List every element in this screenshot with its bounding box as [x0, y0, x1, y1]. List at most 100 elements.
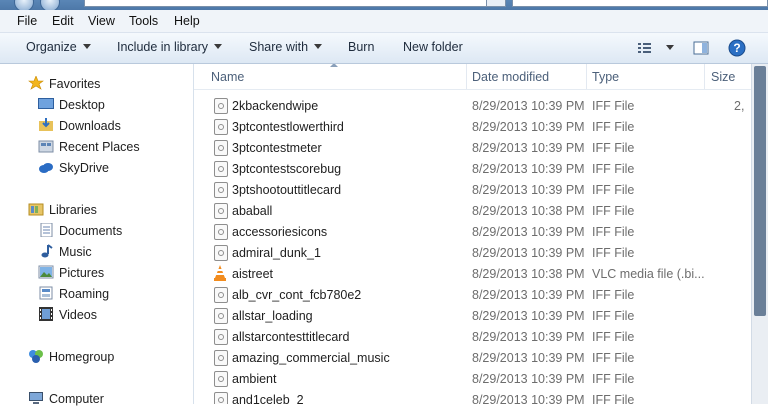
view-options-icon[interactable]	[637, 41, 653, 55]
nav-desktop[interactable]: Desktop	[0, 95, 192, 115]
column-divider[interactable]	[704, 64, 705, 89]
file-type: IFF File	[592, 288, 635, 302]
file-row[interactable]: allstarcontesttitlecard 8/29/2013 10:39 P…	[194, 326, 751, 347]
column-divider[interactable]	[586, 64, 587, 89]
file-icon	[214, 182, 228, 198]
nav-roaming[interactable]: Roaming	[0, 284, 192, 304]
nav-videos-label: Videos	[59, 308, 97, 322]
menu-file[interactable]: File	[17, 14, 37, 28]
music-note-icon	[41, 244, 53, 258]
file-icon	[214, 161, 228, 177]
computer-icon	[29, 392, 43, 404]
address-bar[interactable]	[84, 0, 506, 7]
file-name: ababall	[232, 204, 273, 218]
desktop-icon	[38, 98, 54, 109]
file-name: and1celeb_2	[232, 393, 304, 404]
nav-documents[interactable]: Documents	[0, 221, 192, 241]
nav-homegroup-label: Homegroup	[49, 350, 115, 364]
file-name: allstar_loading	[232, 309, 313, 323]
file-row[interactable]: 3ptcontestscorebug 8/29/2013 10:39 PM IFF …	[194, 158, 751, 179]
nav-libraries[interactable]: Libraries	[0, 200, 192, 220]
nav-skydrive[interactable]: SkyDrive	[0, 158, 192, 178]
file-date-modified: 8/29/2013 10:39 PM	[472, 393, 585, 404]
file-icon	[214, 140, 228, 156]
file-date-modified: 8/29/2013 10:39 PM	[472, 372, 585, 386]
file-type: IFF File	[592, 99, 635, 113]
file-row[interactable]: 3ptcontestlowerthird 8/29/2013 10:39 PM IF…	[194, 116, 751, 137]
file-row[interactable]: aistreet 8/29/2013 10:38 PM VLC media file…	[194, 263, 751, 284]
file-row[interactable]: ambient 8/29/2013 10:39 PM IFF File	[194, 368, 751, 389]
file-name: accessoriesicons	[232, 225, 328, 239]
menu-view[interactable]: View	[88, 14, 115, 28]
nav-favorites[interactable]: Favorites	[0, 74, 192, 94]
nav-downloads[interactable]: Downloads	[0, 116, 192, 136]
burn-button[interactable]: Burn	[348, 40, 374, 54]
new-folder-button[interactable]: New folder	[403, 40, 463, 54]
chevron-down-icon	[214, 44, 223, 49]
nav-music[interactable]: Music	[0, 242, 192, 262]
nav-computer[interactable]: Computer	[0, 389, 192, 409]
column-header-row: Name Date modified Type Size	[194, 64, 751, 90]
videos-film-icon	[39, 307, 53, 321]
file-row[interactable]: admiral_dunk_1 8/29/2013 10:39 PM IFF File	[194, 242, 751, 263]
chevron-down-icon	[82, 44, 91, 49]
search-box[interactable]	[512, 0, 768, 7]
share-with-button[interactable]: Share with	[249, 40, 323, 54]
file-name: 3ptcontestmeter	[232, 141, 322, 155]
nav-roaming-label: Roaming	[59, 287, 110, 301]
nav-recent-places[interactable]: Recent Places	[0, 137, 192, 157]
column-header-size[interactable]: Size	[711, 70, 735, 84]
star-icon	[28, 76, 44, 90]
column-divider[interactable]	[466, 64, 467, 89]
menu-bar: File Edit View Tools Help	[0, 10, 768, 33]
view-dropdown-chevron-icon[interactable]	[666, 45, 674, 50]
file-date-modified: 8/29/2013 10:39 PM	[472, 351, 585, 365]
file-row[interactable]: 3ptshootouttitlecard 8/29/2013 10:39 PM IF…	[194, 179, 751, 200]
recent-places-icon	[38, 140, 54, 153]
column-header-date-modified[interactable]: Date modified	[472, 70, 549, 84]
file-icon	[214, 287, 228, 303]
nav-recent-places-label: Recent Places	[59, 140, 140, 154]
file-name: allstarcontesttitlecard	[232, 330, 350, 344]
file-size: 2,	[734, 99, 745, 113]
address-dropdown-button[interactable]	[486, 0, 505, 6]
documents-icon	[40, 223, 53, 237]
vertical-scrollbar[interactable]	[751, 64, 768, 404]
preview-pane-icon[interactable]	[693, 40, 709, 56]
file-date-modified: 8/29/2013 10:39 PM	[472, 288, 585, 302]
menu-edit[interactable]: Edit	[52, 14, 74, 28]
column-header-name[interactable]: Name	[211, 70, 244, 84]
menu-tools[interactable]: Tools	[129, 14, 158, 28]
file-row[interactable]: accessoriesicons 8/29/2013 10:39 PM IFF Fi…	[194, 221, 751, 242]
file-row[interactable]: and1celeb_2 8/29/2013 10:39 PM IFF File	[194, 389, 751, 404]
file-row[interactable]: 2kbackendwipe 8/29/2013 10:39 PM IFF File 2…	[194, 95, 751, 116]
file-type: IFF File	[592, 183, 635, 197]
organize-button[interactable]: Organize	[26, 40, 91, 54]
menu-help[interactable]: Help	[174, 14, 200, 28]
file-row[interactable]: allstar_loading 8/29/2013 10:39 PM IFF Fil…	[194, 305, 751, 326]
skydrive-cloud-icon	[39, 163, 53, 173]
file-row[interactable]: alb_cvr_cont_fcb780e2 8/29/2013 10:39 PM I…	[194, 284, 751, 305]
file-row[interactable]: amazing_commercial_music 8/29/2013 10:39 …	[194, 347, 751, 368]
svg-text:?: ?	[733, 41, 740, 55]
nav-homegroup[interactable]: Homegroup	[0, 347, 192, 367]
file-name: 3ptcontestscorebug	[232, 162, 342, 176]
scrollbar-thumb[interactable]	[754, 66, 766, 316]
share-label: Share with	[249, 40, 309, 54]
column-header-type[interactable]: Type	[592, 70, 619, 84]
help-icon[interactable]: ?	[728, 39, 746, 57]
file-row[interactable]: 3ptcontestmeter 8/29/2013 10:39 PM IFF Fil…	[194, 137, 751, 158]
nav-pictures-label: Pictures	[59, 266, 105, 280]
downloads-icon	[39, 118, 53, 131]
file-date-modified: 8/29/2013 10:39 PM	[472, 141, 585, 155]
file-icon	[214, 98, 228, 114]
include-in-library-button[interactable]: Include in library	[117, 40, 223, 54]
file-type: IFF File	[592, 330, 635, 344]
file-row[interactable]: ababall 8/29/2013 10:38 PM IFF File	[194, 200, 751, 221]
file-date-modified: 8/29/2013 10:38 PM	[472, 267, 585, 281]
libraries-icon	[28, 203, 44, 216]
nav-videos[interactable]: Videos	[0, 305, 192, 325]
file-type: IFF File	[592, 120, 635, 134]
nav-pictures[interactable]: Pictures	[0, 263, 192, 283]
nav-skydrive-label: SkyDrive	[59, 161, 110, 175]
